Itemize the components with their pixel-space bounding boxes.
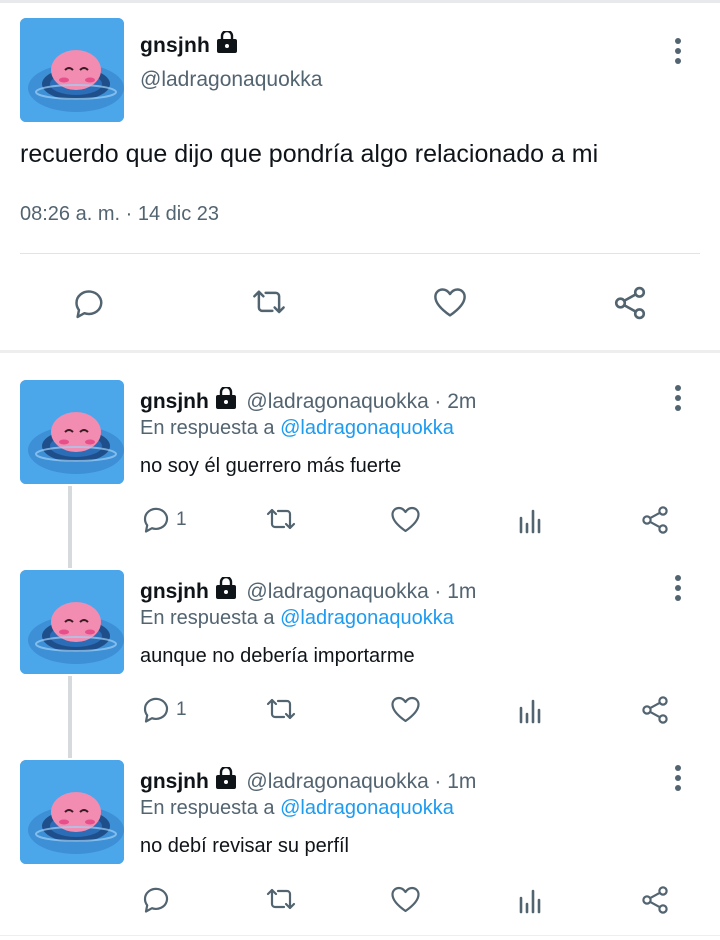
retweet-icon[interactable] <box>264 884 298 921</box>
lock-icon <box>215 29 239 60</box>
tweet-text: no debí revisar su perfíl <box>140 835 349 857</box>
reply-to-link[interactable]: @ladragonaquokka <box>280 607 454 629</box>
analytics-icon[interactable] <box>515 884 547 921</box>
handle[interactable]: @ladragonaquokka <box>246 580 428 603</box>
reply-to-link[interactable]: @ladragonaquokka <box>280 797 454 819</box>
display-name-text: gnsjnh <box>140 34 211 57</box>
reply-context: En respuesta a @ladragonaquokka <box>140 607 454 630</box>
bottom-border <box>0 935 720 936</box>
share-icon[interactable] <box>639 694 671 731</box>
top-border <box>0 0 720 3</box>
avatar-image <box>20 380 124 484</box>
avatar[interactable] <box>20 18 124 122</box>
reply-icon[interactable] <box>141 884 173 921</box>
divider <box>20 253 700 254</box>
lock-icon <box>214 385 238 416</box>
thread-line <box>68 676 72 758</box>
display-name[interactable]: gnsjnh <box>140 29 239 60</box>
avatar-image <box>20 18 124 122</box>
tweet-text: aunque no debería importarme <box>140 645 415 667</box>
reply-context: En respuesta a @ladragonaquokka <box>140 797 454 820</box>
more-icon[interactable] <box>671 575 685 603</box>
relative-time[interactable]: · 1m <box>434 770 476 793</box>
reply-count: 1 <box>176 699 187 720</box>
reply-header: gnsjnh @ladragonaquokka · 2m <box>140 385 476 416</box>
reply-icon[interactable] <box>72 286 108 327</box>
tweet-text: no soy él guerrero más fuerte <box>140 455 402 477</box>
reply-header: gnsjnh @ladragonaquokka · 1m <box>140 765 476 796</box>
relative-time[interactable]: · 2m <box>434 390 476 413</box>
thread-line <box>68 486 72 568</box>
like-icon[interactable] <box>389 884 422 921</box>
reply-count: 1 <box>176 509 187 530</box>
reply-icon[interactable] <box>141 694 173 731</box>
display-name[interactable]: gnsjnh <box>140 580 209 603</box>
tweet-text: recuerdo que dijo que pondría algo relac… <box>20 140 599 168</box>
display-name[interactable]: gnsjnh <box>140 770 209 793</box>
reply-to-link[interactable]: @ladragonaquokka <box>280 417 454 439</box>
reply-icon[interactable] <box>141 504 173 541</box>
handle[interactable]: @ladragonaquokka <box>246 770 428 793</box>
share-icon[interactable] <box>611 284 649 327</box>
display-name[interactable]: gnsjnh <box>140 390 209 413</box>
reply-context: En respuesta a @ladragonaquokka <box>140 417 454 440</box>
analytics-icon[interactable] <box>515 504 547 541</box>
more-icon[interactable] <box>671 385 685 413</box>
tweet-timestamp[interactable]: 08:26 a. m. · 14 dic 23 <box>20 203 219 226</box>
handle[interactable]: @ladragonaquokka <box>140 68 322 92</box>
like-icon[interactable] <box>431 285 469 326</box>
lock-icon <box>214 575 238 606</box>
retweet-icon[interactable] <box>264 504 298 541</box>
share-icon[interactable] <box>639 884 671 921</box>
reply-prefix: En respuesta a <box>140 607 275 629</box>
lock-icon <box>214 765 238 796</box>
section-divider <box>0 350 720 353</box>
like-icon[interactable] <box>389 504 422 541</box>
more-icon[interactable] <box>671 38 685 66</box>
avatar-image <box>20 570 124 674</box>
reply-prefix: En respuesta a <box>140 797 275 819</box>
reply-prefix: En respuesta a <box>140 417 275 439</box>
analytics-icon[interactable] <box>515 694 547 731</box>
share-icon[interactable] <box>639 504 671 541</box>
avatar[interactable] <box>20 380 124 484</box>
retweet-icon[interactable] <box>264 694 298 731</box>
avatar-image <box>20 760 124 864</box>
avatar[interactable] <box>20 570 124 674</box>
like-icon[interactable] <box>389 694 422 731</box>
relative-time[interactable]: · 1m <box>434 580 476 603</box>
avatar[interactable] <box>20 760 124 864</box>
retweet-icon[interactable] <box>250 285 288 326</box>
handle[interactable]: @ladragonaquokka <box>246 390 428 413</box>
more-icon[interactable] <box>671 765 685 793</box>
reply-header: gnsjnh @ladragonaquokka · 1m <box>140 575 476 606</box>
